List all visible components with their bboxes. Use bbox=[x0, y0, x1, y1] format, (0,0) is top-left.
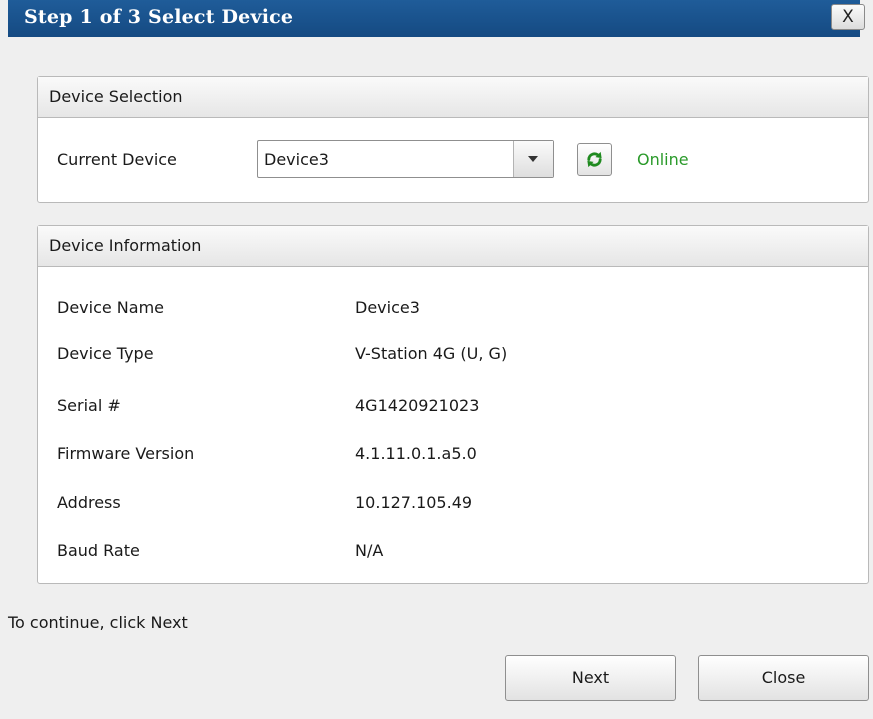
firmware-version-value: 4.1.11.0.1.a5.0 bbox=[355, 444, 477, 463]
device-selection-panel: Device Selection Current Device Device3 … bbox=[37, 76, 869, 203]
dropdown-button[interactable] bbox=[513, 141, 553, 177]
device-name-value: Device3 bbox=[355, 298, 420, 317]
device-selection-header: Device Selection bbox=[38, 77, 868, 118]
close-button[interactable]: Close bbox=[698, 655, 869, 701]
refresh-button[interactable] bbox=[577, 143, 612, 176]
current-device-value: Device3 bbox=[264, 150, 329, 169]
device-status: Online bbox=[637, 150, 689, 169]
baud-rate-label: Baud Rate bbox=[57, 541, 140, 560]
continue-hint: To continue, click Next bbox=[8, 613, 188, 632]
current-device-label: Current Device bbox=[57, 150, 177, 169]
dialog-title: Step 1 of 3 Select Device bbox=[24, 6, 294, 28]
device-name-label: Device Name bbox=[57, 298, 165, 317]
serial-value: 4G1420921023 bbox=[355, 396, 480, 415]
address-value: 10.127.105.49 bbox=[355, 493, 473, 512]
baud-rate-value: N/A bbox=[355, 541, 384, 560]
device-type-value: V-Station 4G (U, G) bbox=[355, 344, 508, 363]
select-device-dialog: Step 1 of 3 Select Device X Device Selec… bbox=[0, 0, 873, 719]
next-button[interactable]: Next bbox=[505, 655, 676, 701]
close-window-button[interactable]: X bbox=[831, 4, 865, 30]
firmware-version-label: Firmware Version bbox=[57, 444, 195, 463]
device-information-panel: Device Information Device Name Device3 D… bbox=[37, 225, 869, 584]
device-information-header: Device Information bbox=[38, 226, 868, 267]
current-device-select[interactable]: Device3 bbox=[257, 140, 554, 178]
title-bar: Step 1 of 3 Select Device bbox=[8, 0, 860, 37]
serial-label: Serial # bbox=[57, 396, 121, 415]
address-label: Address bbox=[57, 493, 121, 512]
device-type-label: Device Type bbox=[57, 344, 154, 363]
refresh-icon bbox=[587, 151, 602, 168]
chevron-down-icon bbox=[528, 156, 538, 162]
